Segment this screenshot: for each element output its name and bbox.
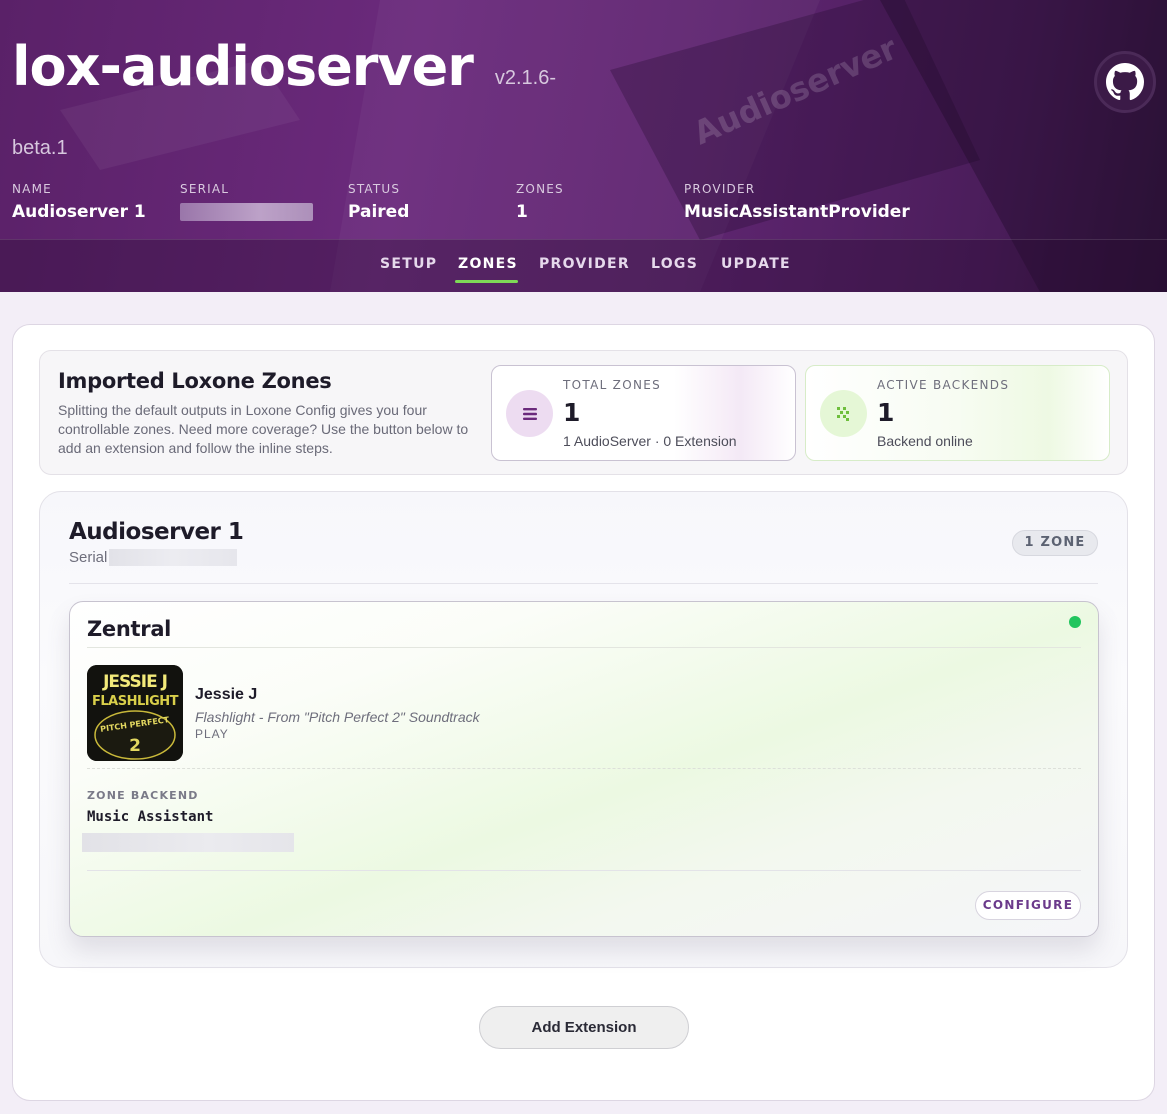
meta-zones: ZONES 1 <box>516 182 564 222</box>
playback-state: PLAY <box>195 727 229 741</box>
cover-artist-text: JESSIE J <box>102 672 167 692</box>
github-link-button[interactable] <box>1094 51 1156 113</box>
cover-title-text: FLASHLIGHT <box>92 694 179 709</box>
album-cover: JESSIE J FLASHLIGHT PITCH PERFECT 2 <box>87 665 183 761</box>
active-backends-status: Backend online <box>877 433 973 449</box>
cover-number-text: 2 <box>129 736 141 756</box>
meta-provider: PROVIDER MusicAssistantProvider <box>684 182 910 222</box>
zone-backend-label: ZONE BACKEND <box>87 789 199 802</box>
backend-detail-redacted <box>82 833 294 852</box>
meta-zones-label: ZONES <box>516 182 564 196</box>
github-icon <box>1106 63 1144 101</box>
app-version-suffix: beta.1 <box>12 137 68 159</box>
audioserver-name: Audioserver 1 <box>69 519 244 545</box>
tab-zones[interactable]: ZONES <box>458 256 518 272</box>
app-version: v2.1.6- <box>494 67 557 89</box>
meta-status-value: Paired <box>348 202 410 222</box>
tab-logs[interactable]: LOGS <box>651 256 698 272</box>
tab-update[interactable]: UPDATE <box>721 256 791 272</box>
total-zones-value: 1 <box>563 398 581 427</box>
meta-serial-label: SERIAL <box>180 182 230 196</box>
add-extension-button[interactable]: Add Extension <box>479 1006 689 1049</box>
list-icon <box>506 390 553 437</box>
zone-count-badge: 1 ZONE <box>1012 530 1098 556</box>
app-header: Audioserver lox-audioserver v2.1.6- beta… <box>0 0 1167 292</box>
meta-name: NAME Audioserver 1 <box>12 182 146 222</box>
zone-name: Zentral <box>87 617 172 641</box>
online-dot-icon <box>1069 616 1081 628</box>
zone-footer-divider <box>87 870 1081 871</box>
total-zones-breakdown: 1 AudioServer · 0 Extension <box>563 433 737 449</box>
serial-redacted <box>109 549 238 566</box>
zone-card <box>69 601 1099 937</box>
meta-name-label: NAME <box>12 182 52 196</box>
total-zones-label: TOTAL ZONES <box>563 378 662 392</box>
meta-serial: SERIAL <box>180 182 313 221</box>
active-backends-label: ACTIVE BACKENDS <box>877 378 1010 392</box>
server-divider <box>69 583 1098 584</box>
meta-provider-value: MusicAssistantProvider <box>684 202 910 222</box>
summary-title: Imported Loxone Zones <box>58 369 332 393</box>
summary-description: Splitting the default outputs in Loxone … <box>58 402 469 456</box>
active-backends-value: 1 <box>877 398 895 427</box>
zone-divider-dashed <box>87 768 1081 769</box>
meta-status-label: STATUS <box>348 182 401 196</box>
meta-zones-value: 1 <box>516 202 528 222</box>
configure-button[interactable]: CONFIGURE <box>975 891 1081 920</box>
zone-divider <box>87 647 1081 648</box>
meta-serial-redacted <box>180 203 313 221</box>
zone-backend-value: Music Assistant <box>87 809 214 825</box>
tab-provider[interactable]: PROVIDER <box>539 256 630 272</box>
active-backends-card: ACTIVE BACKENDS 1 Backend online <box>805 365 1110 461</box>
serial-label: Serial <box>69 549 108 566</box>
total-zones-card: TOTAL ZONES 1 1 AudioServer · 0 Extensio… <box>491 365 796 461</box>
app-title: lox-audioserver <box>12 35 474 98</box>
track-artist: Jessie J <box>195 686 258 703</box>
tab-setup[interactable]: SETUP <box>380 256 437 272</box>
active-tab-indicator <box>455 280 518 283</box>
meta-provider-label: PROVIDER <box>684 182 756 196</box>
track-title: Flashlight - From "Pitch Perfect 2" Soun… <box>195 709 480 725</box>
grid-dots-icon <box>820 390 867 437</box>
audioserver-serial: Serial <box>69 549 238 566</box>
meta-status: STATUS Paired <box>348 182 409 222</box>
meta-name-value: Audioserver 1 <box>12 202 146 222</box>
